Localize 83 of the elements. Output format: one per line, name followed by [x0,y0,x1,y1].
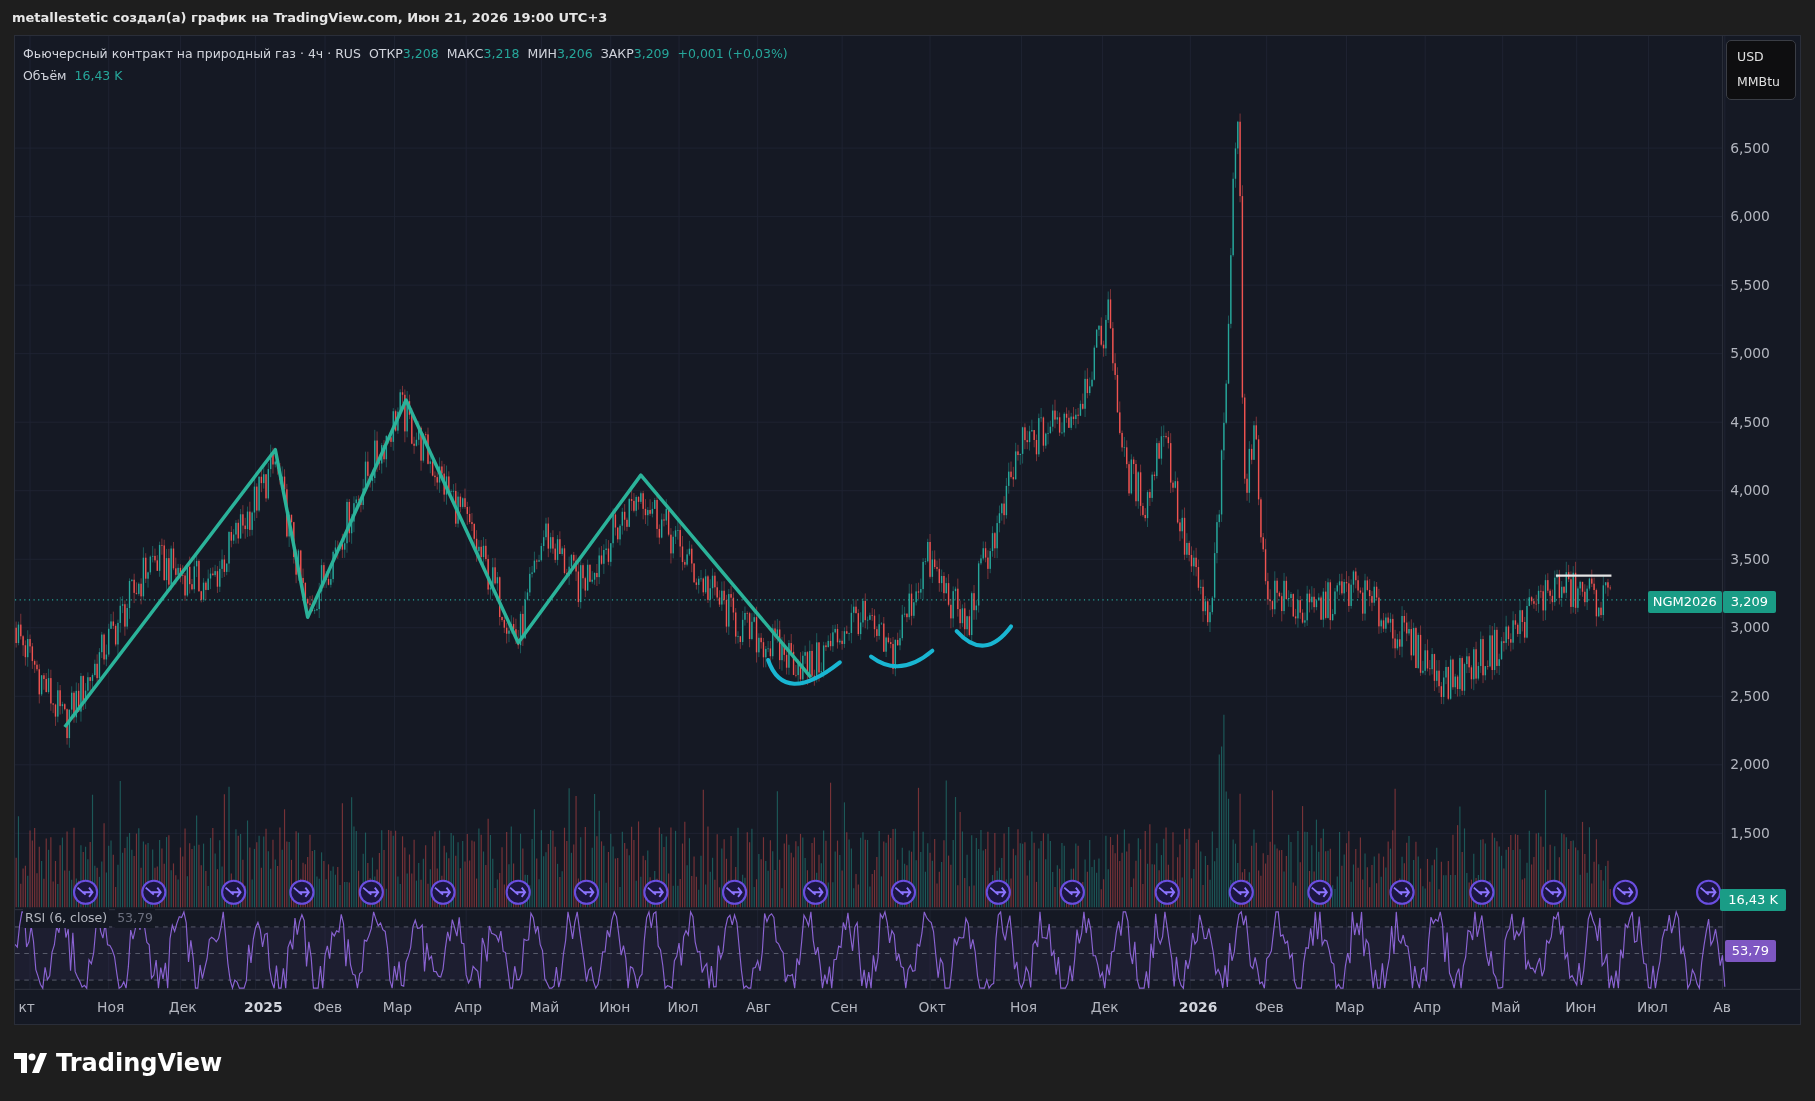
arrow-circle-icon[interactable] [802,879,829,905]
time-axis-label: Июл [1636,999,1668,1016]
arrow-circle-icon[interactable] [1469,879,1495,905]
arrow-circle-icon[interactable] [72,879,99,905]
time-axis-label: 2026 [1178,999,1218,1016]
time-axis-label: Дек [1090,999,1119,1016]
time-axis-label: Апр [454,999,482,1016]
rsi-label: RSI (6, close) [23,909,110,928]
arrow-circle-icon[interactable] [141,879,167,905]
ohlc-label: ЗАКР [600,45,634,63]
volume-label: Объём [23,66,67,85]
ohlc-value: 3,209 [633,45,670,63]
price-axis-label: 2,500 [1730,687,1770,704]
time-axis-label: Сен [830,999,858,1016]
rsi-legend-value: 53,79 [115,909,155,928]
time-axis-label: Фев [1255,999,1284,1016]
arrow-circle-icon[interactable] [1696,879,1722,905]
arrow-circle-icon[interactable] [505,879,531,905]
arrow-circle-icon[interactable] [1612,879,1638,905]
arrow-circle-icon[interactable] [1228,879,1254,905]
ohlc-value: 3,206 [556,45,593,63]
price-axis-label: 3,000 [1730,619,1770,636]
time-axis-label: Авг [746,999,772,1016]
volume-price-tag: 16,43 K [1720,889,1786,911]
time-axis-label: Май [1491,999,1521,1016]
arrow-circle-icon[interactable] [358,879,384,905]
price-axis-label: 1,500 [1730,824,1770,841]
price-change: +0,001 (+0,03%) [677,45,788,63]
price-axis-label: 3,500 [1730,550,1770,567]
price-axis-label: 4,000 [1730,482,1770,499]
price-axis-label: 5,500 [1730,276,1770,293]
ohlc-label: ОТКР [368,45,403,63]
time-axis-label: Мар [1334,999,1365,1016]
unit-text: MMBtu [1737,73,1781,91]
price-axis-label: 6,000 [1730,208,1770,225]
arrow-circle-icon[interactable] [1154,879,1180,905]
arrow-circle-icon[interactable] [643,879,669,905]
last-price-tag: 3,209 [1722,591,1776,613]
time-axis-label: Апр [1413,999,1441,1016]
tradingview-logo-text: TradingView [56,1048,223,1079]
arc-drawing [869,648,935,669]
time-axis-label: Июн [599,999,631,1016]
arrow-circle-icon[interactable] [1059,879,1085,905]
volume-value: 16,43 K [74,66,123,85]
rsi-price-tag: 53,79 [1724,940,1776,962]
arc-drawing [954,624,1014,648]
arrow-circle-icon[interactable] [430,879,456,905]
unit-box[interactable]: USD MMBtu [1726,40,1796,100]
time-axis-label: Ноя [1009,999,1038,1016]
unit-text: USD [1737,48,1765,67]
time-axis-label: кт [18,999,35,1016]
ohlc-label: МАКС [446,45,484,63]
horizontal-line [1555,574,1612,577]
time-axis-label: Ноя [97,999,125,1016]
ohlc-label: МИН [527,45,557,63]
price-axis-label: 2,000 [1730,756,1770,773]
price-axis-label: 4,500 [1730,413,1770,430]
chart-author-caption: metallestetic создал(а) график на TradingView.com, Июн 21, 2026 19:00 UTC+3 [12,8,608,27]
time-axis-label: Мар [382,999,413,1016]
price-axis-label: 5,000 [1730,345,1770,362]
arrow-circle-icon[interactable] [1541,879,1567,905]
time-axis-label: Июл [667,999,699,1016]
arrow-circle-icon[interactable] [573,879,600,905]
time-axis-label: Фев [313,999,343,1016]
arrow-circle-icon[interactable] [721,879,748,905]
time-axis-label: Май [529,999,560,1016]
time-axis-label: Окт [918,999,946,1016]
arrow-circle-icon[interactable] [1389,879,1415,905]
time-axis-label: Июн [1565,999,1597,1016]
time-axis-label: Ав [1713,999,1731,1016]
symbol-price-tag: NGM2026 [1647,591,1722,613]
arrow-circle-icon[interactable] [221,879,247,905]
arrow-circle-icon[interactable] [890,879,917,905]
ohlc-value: 3,218 [483,45,520,63]
ohlc-value: 3,208 [402,45,439,63]
time-axis-label: 2025 [244,999,283,1016]
time-axis-label: Дек [168,999,197,1016]
tradingview-logo-icon [14,1053,48,1073]
arrow-circle-icon[interactable] [1307,879,1333,905]
arrow-circle-icon[interactable] [289,879,315,905]
price-axis-label: 6,500 [1730,139,1770,156]
symbol-title: Фьючерсный контракт на природный газ · 4ч · RUS [23,45,361,63]
arrow-circle-icon[interactable] [985,879,1011,905]
